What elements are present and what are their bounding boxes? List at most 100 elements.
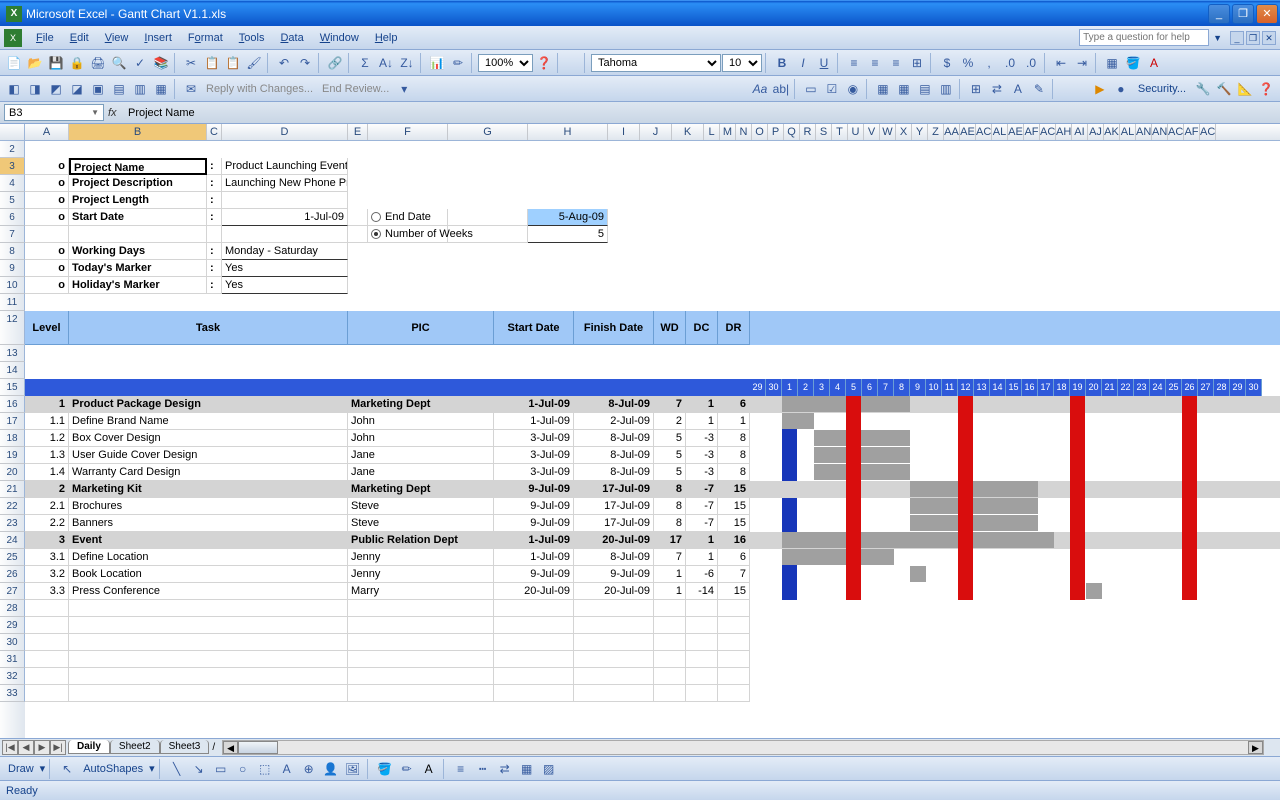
cell-finish-23[interactable]: 17-Jul-09 [574,515,654,532]
row-11[interactable]: 11 [0,294,25,311]
row-16[interactable]: 16 [0,396,25,413]
sort-desc-icon[interactable]: Z↓ [397,53,417,73]
hdr-pic[interactable]: PIC [348,311,494,345]
tb3-a-icon[interactable]: Aa [750,79,770,99]
hdr-dc[interactable]: DC [686,311,718,345]
cell-lvl-20[interactable]: 1.4 [25,464,69,481]
cell-A10[interactable]: o [25,277,69,294]
cell-task-19[interactable]: User Guide Cover Design [69,447,348,464]
cell-pic-27[interactable]: Marry [348,583,494,600]
tb3-f-icon[interactable]: ▦ [873,79,893,99]
row-30[interactable]: 30 [0,634,25,651]
select-icon[interactable]: ↖ [57,759,77,779]
cell-start-26[interactable]: 9-Jul-09 [494,566,574,583]
col-U[interactable]: U [848,124,864,140]
doc-minimize-button[interactable]: _ [1230,31,1244,45]
cell-D9[interactable]: Yes [222,260,348,277]
row-27[interactable]: 27 [0,583,25,600]
dec-indent-icon[interactable]: ⇤ [1051,53,1071,73]
cell-wd-26[interactable]: 1 [654,566,686,583]
tb3-b-icon[interactable]: ab| [771,79,791,99]
tb3-l-icon[interactable]: A [1008,79,1028,99]
shadow-icon[interactable]: ▦ [517,759,537,779]
menu-view[interactable]: View [97,29,137,47]
row-24[interactable]: 24 [0,532,25,549]
cell-dc-22[interactable]: -7 [686,498,718,515]
col-P[interactable]: P [768,124,784,140]
cell-task-18[interactable]: Box Cover Design [69,430,348,447]
reply-changes-button[interactable]: Reply with Changes... [202,83,317,95]
inc-indent-icon[interactable]: ⇥ [1072,53,1092,73]
cell-dc-17[interactable]: 1 [686,413,718,430]
col-X[interactable]: X [896,124,912,140]
cell-dr-23[interactable]: 15 [718,515,750,532]
chart-icon[interactable]: 📊 [427,53,447,73]
sheet-tab-sheet3[interactable]: Sheet3 [160,740,210,754]
cell-start-18[interactable]: 3-Jul-09 [494,430,574,447]
cell-start-25[interactable]: 1-Jul-09 [494,549,574,566]
cell-dc-18[interactable]: -3 [686,430,718,447]
tb2-d-icon[interactable]: ◪ [67,79,87,99]
tb2-f-icon[interactable]: ▤ [109,79,129,99]
cell-finish-18[interactable]: 8-Jul-09 [574,430,654,447]
textbox-icon[interactable]: ⬚ [255,759,275,779]
row-19[interactable]: 19 [0,447,25,464]
cell-start-16[interactable]: 1-Jul-09 [494,396,574,413]
cell-task-24[interactable]: Event [69,532,348,549]
cell-dc-20[interactable]: -3 [686,464,718,481]
cell-B8[interactable]: Working Days [69,243,207,260]
borders-icon[interactable]: ▦ [1102,53,1122,73]
cut-icon[interactable]: ✂ [181,53,201,73]
cell-task-17[interactable]: Define Brand Name [69,413,348,430]
cell-lvl-27[interactable]: 3.3 [25,583,69,600]
col-AH[interactable]: AH [1056,124,1072,140]
font-select[interactable]: Tahoma [591,54,721,72]
cell-wd-18[interactable]: 5 [654,430,686,447]
cell-pic-17[interactable]: John [348,413,494,430]
cell-lvl-17[interactable]: 1.1 [25,413,69,430]
row-22[interactable]: 22 [0,498,25,515]
row-6[interactable]: 6 [0,209,25,226]
drawing-icon[interactable]: ✏ [448,53,468,73]
cell-pic-24[interactable]: Public Relation Dept [348,532,494,549]
col-J[interactable]: J [640,124,672,140]
cell-D4[interactable]: Launching New Phone Product [222,175,348,192]
cell-wd-22[interactable]: 8 [654,498,686,515]
cell-finish-16[interactable]: 8-Jul-09 [574,396,654,413]
formula-text[interactable]: Project Name [128,107,1276,119]
cell-pic-25[interactable]: Jenny [348,549,494,566]
col-AC[interactable]: AC [1168,124,1184,140]
oval-icon[interactable]: ○ [233,759,253,779]
tb2-e-icon[interactable]: ▣ [88,79,108,99]
linestyle-icon[interactable]: ≡ [451,759,471,779]
col-K[interactable]: K [672,124,704,140]
cell-B6[interactable]: Start Date [69,209,207,226]
help-dropdown-icon[interactable]: ▼ [1213,33,1222,43]
cell-finish-26[interactable]: 9-Jul-09 [574,566,654,583]
cell-wd-17[interactable]: 2 [654,413,686,430]
hdr-level[interactable]: Level [25,311,69,345]
row-28[interactable]: 28 [0,600,25,617]
cell-wd-24[interactable]: 17 [654,532,686,549]
inc-decimal-icon[interactable]: .0 [1000,53,1020,73]
cell-finish-19[interactable]: 8-Jul-09 [574,447,654,464]
spreadsheet-grid[interactable]: A B C D E F G H I J K LMNOPQRSTUVWXYZAAA… [0,124,1280,738]
col-AC[interactable]: AC [976,124,992,140]
cell-F7[interactable]: Number of Weeks [368,226,448,243]
bold-button[interactable]: B [772,53,792,73]
cell-finish-17[interactable]: 2-Jul-09 [574,413,654,430]
col-F[interactable]: F [368,124,448,140]
col-Z[interactable]: Z [928,124,944,140]
tb4-c-icon[interactable]: 📐 [1235,79,1255,99]
cell-dr-27[interactable]: 15 [718,583,750,600]
col-E[interactable]: E [348,124,368,140]
hdr-wd[interactable]: WD [654,311,686,345]
cell-pic-18[interactable]: John [348,430,494,447]
col-S[interactable]: S [816,124,832,140]
cell-dr-26[interactable]: 7 [718,566,750,583]
tb2-g-icon[interactable]: ▥ [130,79,150,99]
row-12[interactable]: 12 [0,311,25,345]
col-AN[interactable]: AN [1152,124,1168,140]
cell-task-26[interactable]: Book Location [69,566,348,583]
maximize-button[interactable]: ❐ [1232,4,1254,24]
